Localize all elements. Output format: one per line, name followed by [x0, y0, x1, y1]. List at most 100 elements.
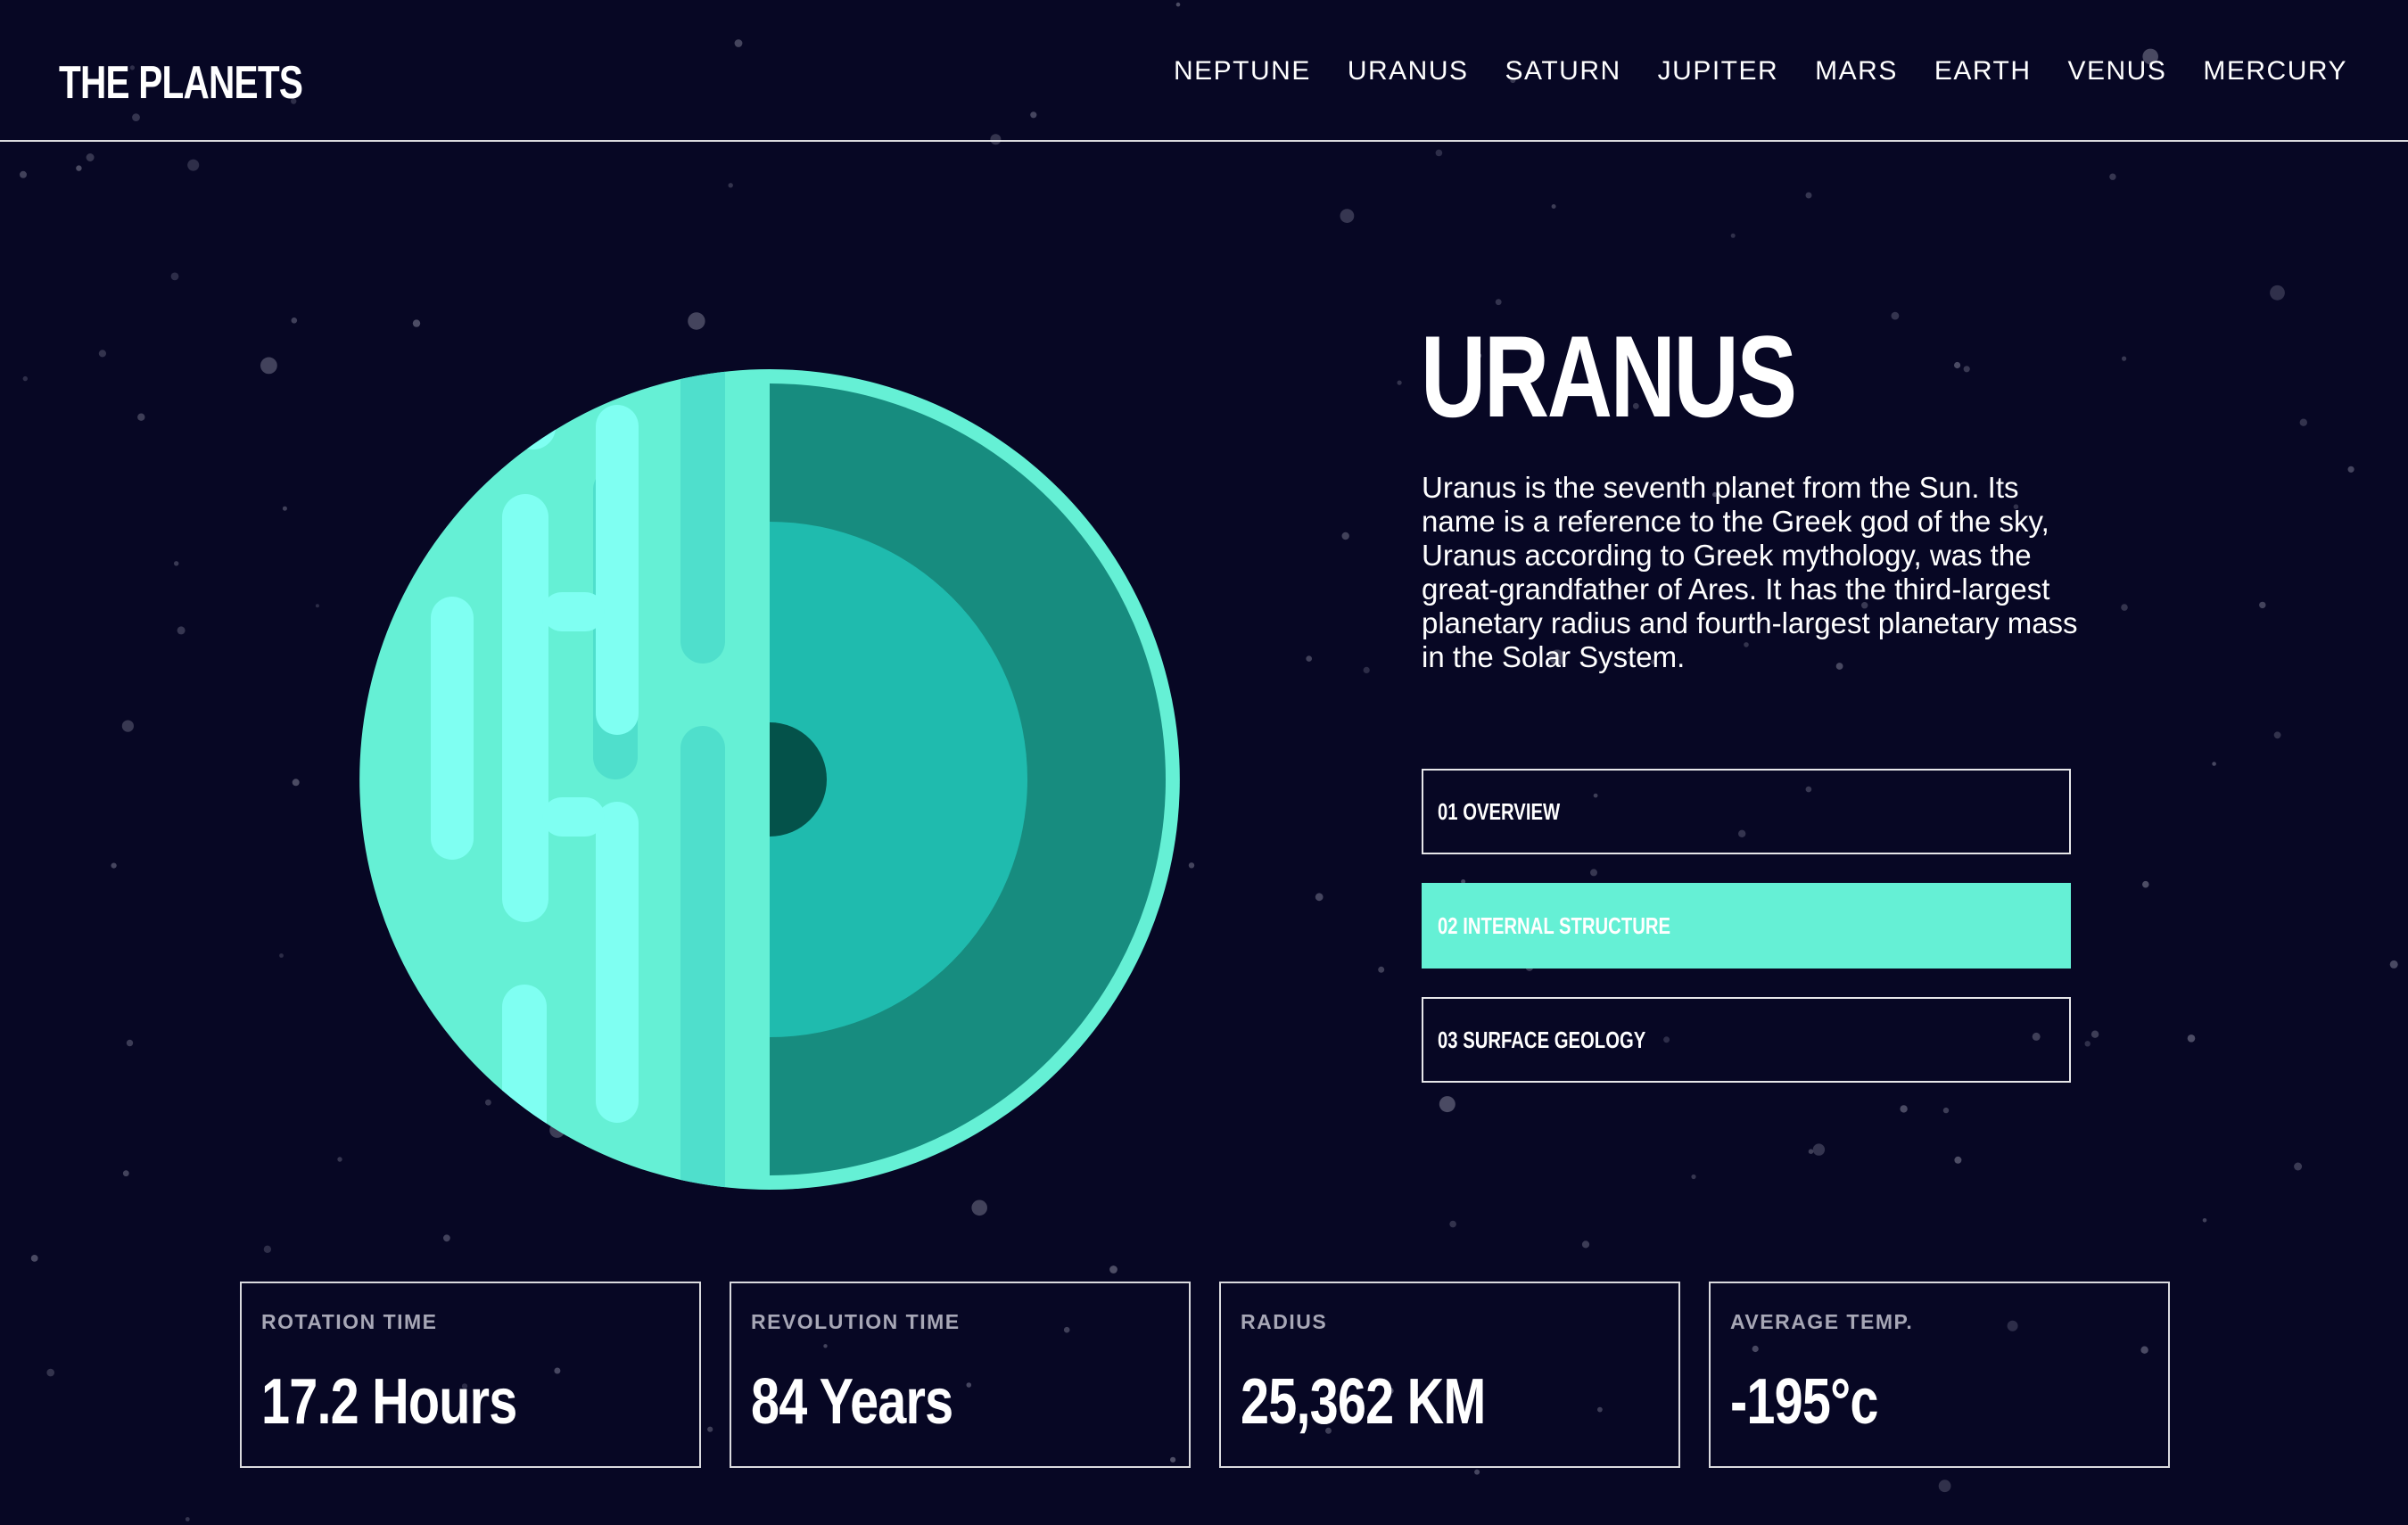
star: [121, 720, 134, 732]
star: [1340, 209, 1355, 224]
star: [1963, 366, 1970, 373]
nav-item-uranus[interactable]: URANUS: [1348, 54, 1469, 89]
star: [291, 317, 298, 324]
star: [292, 779, 300, 787]
star: [2122, 356, 2127, 361]
stat-card-temperature: AVERAGE TEMP. -195°c: [1709, 1282, 2170, 1468]
star: [1341, 532, 1349, 540]
star: [282, 506, 287, 511]
planet-nav: NEPTUNE URANUS SATURN JUPITER MARS EARTH…: [1174, 54, 2347, 89]
star: [1938, 1480, 1951, 1493]
star: [412, 319, 421, 327]
star: [1891, 311, 1900, 320]
star: [1363, 666, 1370, 674]
star: [2187, 1035, 2196, 1043]
stat-card-revolution: REVOLUTION TIME 84 Years: [730, 1282, 1191, 1468]
star: [2273, 731, 2281, 739]
star: [174, 561, 179, 566]
star: [1495, 299, 1502, 306]
planet-internal-structure-icon: [359, 369, 1180, 1190]
star: [122, 1170, 129, 1177]
star: [22, 375, 28, 382]
star: [1551, 204, 1556, 209]
stat-value: -195°c: [1730, 1366, 1878, 1438]
site-logo[interactable]: THE PLANETS: [59, 54, 303, 112]
star: [2259, 601, 2266, 609]
stat-value: 84 Years: [751, 1366, 953, 1438]
stat-label: REVOLUTION TIME: [751, 1310, 961, 1333]
star: [443, 1234, 450, 1242]
nav-item-jupiter[interactable]: JUPITER: [1658, 54, 1779, 89]
star: [971, 1199, 987, 1216]
tab-surface-geology-label: 03 SURFACE GEOLOGY: [1438, 1026, 1646, 1053]
stat-value: 17.2 Hours: [261, 1366, 517, 1438]
planet-description: Uranus is the seventh planet from the Su…: [1422, 471, 2078, 673]
planet-image: [359, 369, 1180, 1190]
star: [1474, 1469, 1480, 1475]
star: [1188, 862, 1195, 869]
star: [137, 413, 145, 421]
star: [2121, 604, 2128, 611]
star: [2084, 1041, 2091, 1047]
tab-surface-geology[interactable]: 03 SURFACE GEOLOGY: [1422, 997, 2071, 1083]
star: [263, 1245, 272, 1254]
star: [30, 1255, 38, 1262]
star: [185, 1517, 190, 1521]
star: [1691, 1174, 1696, 1180]
star: [111, 862, 117, 869]
star: [1378, 966, 1385, 973]
star: [1730, 233, 1736, 238]
star: [2389, 960, 2398, 969]
nav-item-neptune[interactable]: NEPTUNE: [1174, 54, 1311, 89]
star: [1954, 361, 1961, 369]
planet-title: URANUS: [1421, 311, 1797, 441]
tab-internal-structure[interactable]: 02 INTERNAL STRUCTURE: [1422, 883, 2071, 969]
star: [1812, 1143, 1826, 1156]
star: [1581, 1241, 1590, 1249]
star: [1397, 380, 1402, 385]
star: [1109, 1265, 1117, 1274]
site-header: THE PLANETS NEPTUNE URANUS SATURN JUPITE…: [0, 0, 2408, 142]
stat-label: RADIUS: [1241, 1310, 1328, 1333]
star: [315, 604, 319, 608]
planet-stats: ROTATION TIME 17.2 Hours REVOLUTION TIME…: [240, 1282, 2170, 1468]
nav-item-venus[interactable]: VENUS: [2068, 54, 2167, 89]
stat-value: 25,362 KM: [1241, 1366, 1486, 1438]
star: [1805, 192, 1812, 199]
star: [279, 953, 284, 958]
stat-label: ROTATION TIME: [261, 1310, 438, 1333]
star: [337, 1157, 342, 1162]
star: [688, 312, 705, 330]
star: [2347, 466, 2354, 473]
star: [2142, 880, 2149, 888]
star: [2202, 1218, 2207, 1223]
star: [1449, 1220, 1456, 1228]
nav-item-saturn[interactable]: SATURN: [1505, 54, 1621, 89]
nav-item-earth[interactable]: EARTH: [1934, 54, 2032, 89]
star: [2109, 173, 2116, 180]
star: [98, 350, 106, 358]
star: [2270, 284, 2285, 301]
star: [20, 170, 27, 178]
stat-label: AVERAGE TEMP.: [1730, 1310, 1914, 1333]
tab-overview[interactable]: 01 OVERVIEW: [1422, 769, 2071, 854]
star: [260, 357, 277, 375]
star: [1435, 149, 1443, 157]
tab-internal-structure-label: 02 INTERNAL STRUCTURE: [1438, 911, 1671, 939]
nav-item-mercury[interactable]: MERCURY: [2203, 54, 2347, 89]
star: [86, 153, 95, 161]
star: [170, 272, 179, 281]
star: [46, 1368, 54, 1377]
star: [1808, 1149, 1814, 1154]
star: [177, 626, 186, 635]
star: [2212, 762, 2216, 766]
star: [76, 165, 82, 171]
star: [728, 183, 733, 188]
nav-item-mars[interactable]: MARS: [1815, 54, 1898, 89]
planet-view-tabs: 01 OVERVIEW 02 INTERNAL STRUCTURE 03 SUR…: [1422, 769, 2071, 1111]
star: [126, 1039, 134, 1047]
stat-card-radius: RADIUS 25,362 KM: [1219, 1282, 1680, 1468]
star: [1315, 893, 1324, 902]
star: [2299, 418, 2307, 426]
star: [187, 159, 200, 171]
